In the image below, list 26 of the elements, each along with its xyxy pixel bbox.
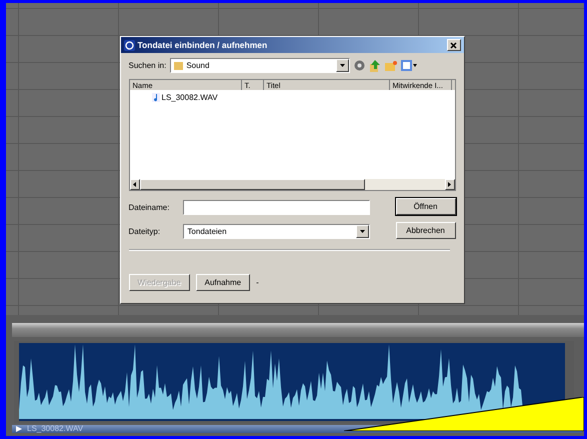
back-icon[interactable] [354, 60, 366, 71]
audio-file-icon [152, 93, 160, 102]
left-arrow-icon[interactable] [133, 182, 136, 187]
filename-label: Dateiname: [128, 202, 170, 214]
caret-icon [360, 230, 366, 233]
filetype-dropdown[interactable]: Tondateien [183, 224, 370, 239]
play-icon[interactable] [16, 426, 24, 432]
clip-name: LS_30082.WAV [27, 425, 84, 433]
status-text: - [256, 278, 259, 287]
dialog-button[interactable]: Abbrechen [396, 222, 456, 239]
app-icon [124, 40, 134, 50]
folder-icon [174, 61, 184, 70]
window-title: Tondatei einbinden / aufnehmen [138, 40, 268, 50]
right-arrow-icon[interactable] [448, 182, 451, 187]
file-item[interactable]: LS_30082.WAV [162, 93, 218, 102]
dialog-button[interactable]: Öffnen [396, 198, 456, 215]
filename-field[interactable] [183, 200, 370, 215]
close-button[interactable] [446, 39, 460, 51]
dialog-button[interactable]: Aufnahme [196, 274, 250, 291]
view-menu-icon[interactable] [401, 60, 418, 71]
caret-icon [340, 64, 346, 67]
look-in-label: Suchen in: [128, 61, 166, 70]
look-in-dropdown[interactable]: Sound [170, 58, 350, 73]
close-icon [450, 42, 457, 48]
filetype-label: Dateityp: [128, 226, 162, 238]
horizontal-scrollbar[interactable] [130, 179, 454, 190]
